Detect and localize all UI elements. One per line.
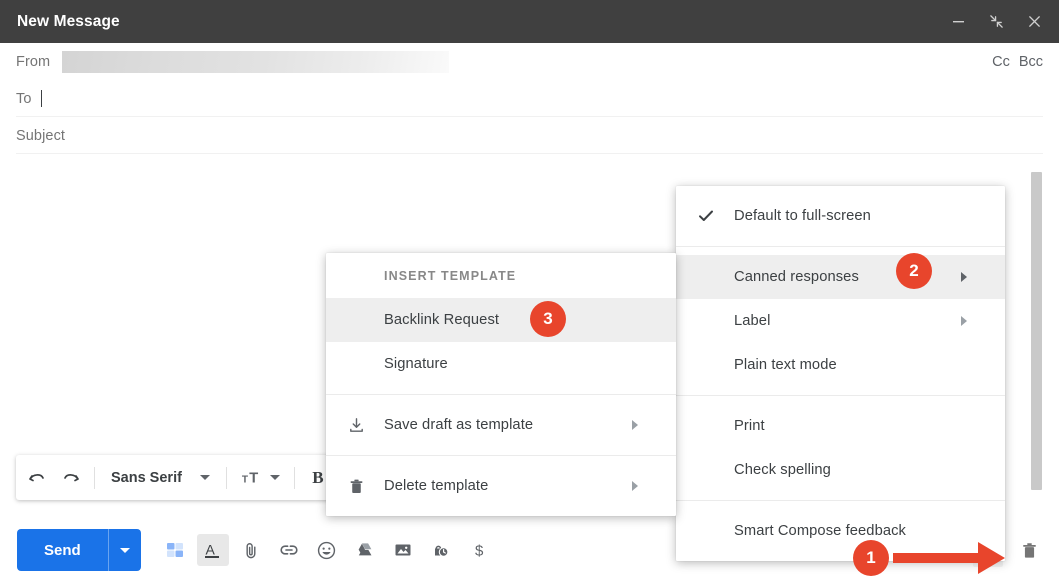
chevron-right-icon-label <box>961 316 967 326</box>
subject-field-row[interactable]: Subject <box>0 117 1059 154</box>
template-signature[interactable]: Signature <box>326 342 676 386</box>
insert-template-section-title: INSERT TEMPLATE <box>384 268 517 283</box>
subject-label: Subject <box>16 127 66 144</box>
chevron-down-icon-size <box>269 475 280 480</box>
save-draft-as-template-item[interactable]: Save draft as template <box>326 403 676 447</box>
canned-responses-submenu: INSERT TEMPLATE Backlink Request Signatu… <box>326 253 676 516</box>
callout-badge-1: 1 <box>853 540 889 576</box>
templates-icon[interactable] <box>159 534 191 566</box>
menu-divider-3 <box>676 500 1005 501</box>
menu-item-label: Check spelling <box>734 462 831 478</box>
from-value-redacted <box>62 50 450 73</box>
font-size-dropdown[interactable]: T T <box>233 461 288 495</box>
formatting-toolbar: Sans Serif T T B <box>16 455 339 500</box>
undo-icon[interactable] <box>20 461 54 495</box>
callout-arrow-icon <box>893 542 1005 574</box>
canned-responses-menu-item[interactable]: Canned responses <box>676 255 1005 299</box>
insert-emoji-icon[interactable] <box>311 534 343 566</box>
cc-button[interactable]: Cc <box>992 54 1010 70</box>
compose-window: New Message From Cc Bcc To Subject Sans … <box>0 0 1059 583</box>
discard-draft-icon[interactable] <box>1013 534 1045 566</box>
template-label: Signature <box>384 356 448 372</box>
menu-item-print[interactable]: Print <box>676 404 1005 448</box>
svg-text:T: T <box>242 474 249 485</box>
recipient-fields: From Cc Bcc To Subject <box>0 43 1059 154</box>
send-button[interactable]: Send <box>17 529 108 571</box>
menu-item-label: Canned responses <box>734 269 859 285</box>
close-icon[interactable] <box>1023 11 1045 33</box>
font-family-dropdown[interactable]: Sans Serif <box>101 461 220 495</box>
cc-bcc-group: Cc Bcc <box>992 54 1043 70</box>
chevron-right-icon-delete <box>632 481 638 491</box>
callout-badge-2: 2 <box>896 253 932 289</box>
compose-titlebar: New Message <box>0 0 1059 43</box>
check-icon <box>695 205 717 227</box>
insert-link-icon[interactable] <box>273 534 305 566</box>
subject-field-underline <box>16 153 1043 154</box>
menu-item-check-spelling[interactable]: Check spelling <box>676 448 1005 492</box>
compose-tools-row: A $ <box>159 534 495 566</box>
menu-divider-2 <box>676 395 1005 396</box>
insert-money-icon[interactable]: $ <box>463 534 495 566</box>
google-drive-icon[interactable] <box>349 534 381 566</box>
redo-icon[interactable] <box>54 461 88 495</box>
send-button-group: Send <box>17 529 141 571</box>
template-label: Backlink Request <box>384 312 500 328</box>
submenu-divider-1 <box>326 394 676 395</box>
from-field-row: From Cc Bcc <box>0 43 1059 80</box>
delete-template-icon <box>345 475 367 497</box>
text-size-icon: T T <box>242 470 258 486</box>
chevron-right-icon-save <box>632 420 638 430</box>
toolbar-divider-2 <box>225 466 227 489</box>
chevron-down-icon <box>199 475 210 480</box>
menu-item-label: Delete template <box>384 478 489 494</box>
menu-item-label: Plain text mode <box>734 357 837 373</box>
more-options-menu: Default to full-screen Canned responses … <box>676 186 1005 561</box>
window-controls <box>947 0 1045 43</box>
chevron-down-icon-send <box>119 547 130 553</box>
bcc-button[interactable]: Bcc <box>1019 54 1043 70</box>
template-backlink-request[interactable]: Backlink Request <box>326 298 676 342</box>
menu-item-label: Save draft as template <box>384 417 534 433</box>
menu-item-plain-text-mode[interactable]: Plain text mode <box>676 343 1005 387</box>
from-label: From <box>16 53 51 70</box>
insert-photo-icon[interactable] <box>387 534 419 566</box>
menu-item-default-full-screen[interactable]: Default to full-screen <box>676 194 1005 238</box>
to-text-cursor <box>40 90 42 107</box>
menu-item-label: Print <box>734 418 765 434</box>
body-scrollbar-thumb[interactable] <box>1031 172 1042 490</box>
menu-divider-1 <box>676 246 1005 247</box>
svg-text:T: T <box>249 470 258 486</box>
format-text-icon[interactable]: A <box>196 534 229 566</box>
menu-item-label: Label <box>734 313 771 329</box>
chevron-right-icon <box>961 272 967 282</box>
menu-item-label: Default to full-screen <box>734 208 871 224</box>
page-title: New Message <box>17 12 120 30</box>
font-family-value: Sans Serif <box>111 469 182 486</box>
svg-text:A: A <box>206 541 216 557</box>
exit-full-screen-icon[interactable] <box>985 11 1007 33</box>
toolbar-divider-3 <box>293 466 295 489</box>
menu-item-label-option[interactable]: Label <box>676 299 1005 343</box>
save-template-icon <box>345 414 367 436</box>
to-label: To <box>16 90 32 107</box>
callout-badge-3: 3 <box>530 301 566 337</box>
svg-text:$: $ <box>475 543 484 560</box>
submenu-divider-2 <box>326 455 676 456</box>
attach-file-icon[interactable] <box>235 534 267 566</box>
toolbar-divider <box>94 466 95 489</box>
delete-template-item[interactable]: Delete template <box>326 464 676 508</box>
confidential-mode-icon[interactable] <box>425 534 457 566</box>
send-options-button[interactable] <box>107 529 141 571</box>
menu-item-label: Smart Compose feedback <box>734 523 907 539</box>
to-field-row[interactable]: To <box>0 80 1059 117</box>
minimize-icon[interactable] <box>947 11 969 33</box>
